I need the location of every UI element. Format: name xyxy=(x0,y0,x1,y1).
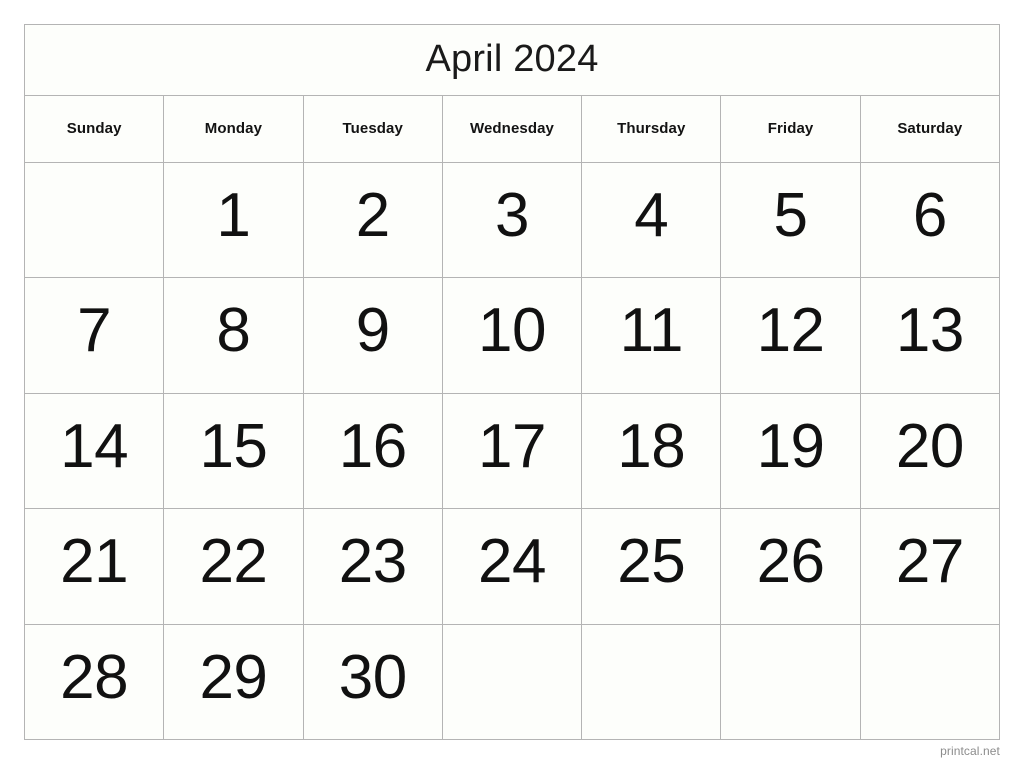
day-cell[interactable]: 18 xyxy=(582,393,722,510)
day-cell[interactable]: 16 xyxy=(303,393,443,510)
day-cell[interactable]: 8 xyxy=(164,278,304,394)
day-cell[interactable]: 1 xyxy=(164,163,304,279)
day-number: 20 xyxy=(895,411,964,481)
day-number: 3 xyxy=(494,181,529,250)
weekday-header-saturday: Saturday xyxy=(860,96,1000,163)
day-number: 23 xyxy=(338,527,407,597)
day-number: 27 xyxy=(895,527,964,597)
day-cell[interactable]: 22 xyxy=(164,509,304,625)
day-number: 24 xyxy=(478,527,546,597)
calendar-page: April 2024 Sunday Monday Tuesday Wednesd… xyxy=(0,0,1024,768)
day-number: 30 xyxy=(338,642,407,712)
day-cell[interactable]: 11 xyxy=(582,278,722,394)
day-number: 22 xyxy=(199,527,268,597)
week-row: 21 22 23 24 25 26 27 xyxy=(25,509,1000,625)
day-cell[interactable] xyxy=(582,624,722,741)
weekday-label: Tuesday xyxy=(342,119,403,137)
day-number: 10 xyxy=(478,296,546,366)
weekday-label: Wednesday xyxy=(469,119,554,137)
day-cell[interactable]: 10 xyxy=(442,278,583,394)
day-cell[interactable] xyxy=(721,624,861,741)
day-cell[interactable]: 3 xyxy=(442,163,583,279)
day-cell[interactable] xyxy=(860,624,1000,741)
calendar-title-row: April 2024 xyxy=(25,25,1000,96)
day-number: 29 xyxy=(199,642,268,712)
day-cell[interactable]: 7 xyxy=(25,278,165,394)
day-cell[interactable]: 14 xyxy=(25,393,165,510)
day-cell[interactable]: 21 xyxy=(25,509,165,625)
day-cell[interactable]: 17 xyxy=(442,393,583,510)
calendar-grid: April 2024 Sunday Monday Tuesday Wednesd… xyxy=(24,24,1000,741)
day-cell[interactable]: 30 xyxy=(303,624,443,741)
day-number: 4 xyxy=(634,181,669,250)
day-number: 6 xyxy=(912,181,947,250)
day-cell[interactable]: 20 xyxy=(860,393,1000,510)
day-cell[interactable]: 9 xyxy=(303,278,443,394)
day-number: 17 xyxy=(478,411,546,481)
day-number: 21 xyxy=(60,527,129,597)
weekday-header-wednesday: Wednesday xyxy=(442,96,583,163)
day-number: 18 xyxy=(617,411,686,481)
day-number: 9 xyxy=(355,296,390,366)
day-number: 15 xyxy=(199,411,268,481)
day-cell[interactable]: 28 xyxy=(25,624,165,741)
week-row: 1 2 3 4 5 6 xyxy=(25,163,1000,279)
day-cell[interactable]: 2 xyxy=(303,163,443,279)
day-number: 16 xyxy=(338,411,407,481)
calendar-weeks: 1 2 3 4 5 6 7 8 9 10 11 12 13 14 15 16 1… xyxy=(25,163,1000,741)
week-row: 14 15 16 17 18 19 20 xyxy=(25,393,1000,510)
week-row: 7 8 9 10 11 12 13 xyxy=(25,278,1000,394)
day-cell[interactable]: 4 xyxy=(582,163,722,279)
day-cell[interactable] xyxy=(442,624,583,741)
day-cell[interactable]: 12 xyxy=(721,278,861,394)
weekday-header-friday: Friday xyxy=(721,96,861,163)
day-number: 26 xyxy=(756,527,825,597)
weekday-label: Thursday xyxy=(617,119,686,137)
day-cell[interactable]: 29 xyxy=(164,624,304,741)
day-cell[interactable]: 23 xyxy=(303,509,443,625)
day-number: 2 xyxy=(355,181,390,250)
day-number: 1 xyxy=(216,181,251,250)
day-number: 14 xyxy=(60,411,129,481)
weekday-header-row: Sunday Monday Tuesday Wednesday Thursday… xyxy=(25,96,1000,163)
day-number: 7 xyxy=(77,296,112,366)
day-number: 19 xyxy=(756,411,825,481)
day-cell[interactable]: 15 xyxy=(164,393,304,510)
weekday-label: Sunday xyxy=(66,119,122,137)
weekday-label: Monday xyxy=(204,119,263,137)
day-cell[interactable]: 13 xyxy=(860,278,1000,394)
day-cell[interactable]: 26 xyxy=(721,509,861,625)
day-number: 5 xyxy=(773,181,808,250)
weekday-header-tuesday: Tuesday xyxy=(303,96,443,163)
weekday-header-thursday: Thursday xyxy=(582,96,722,163)
day-cell[interactable]: 24 xyxy=(442,509,583,625)
weekday-header-monday: Monday xyxy=(164,96,304,163)
day-cell[interactable]: 5 xyxy=(721,163,861,279)
weekday-header-sunday: Sunday xyxy=(25,96,165,163)
week-row: 28 29 30 xyxy=(25,624,1000,741)
day-number: 12 xyxy=(756,296,825,366)
weekday-label: Friday xyxy=(767,119,814,137)
day-cell[interactable] xyxy=(25,163,165,279)
day-number: 8 xyxy=(216,296,251,366)
weekday-label: Saturday xyxy=(897,119,963,137)
day-cell[interactable]: 6 xyxy=(860,163,1000,279)
day-cell[interactable]: 25 xyxy=(582,509,722,625)
source-watermark: printcal.net xyxy=(940,744,1000,758)
day-number: 25 xyxy=(617,527,686,597)
day-number: 11 xyxy=(619,296,684,366)
day-cell[interactable]: 27 xyxy=(860,509,1000,625)
page-title: April 2024 xyxy=(425,37,599,80)
day-number: 28 xyxy=(60,642,129,712)
day-number: 13 xyxy=(895,296,964,366)
day-cell[interactable]: 19 xyxy=(721,393,861,510)
